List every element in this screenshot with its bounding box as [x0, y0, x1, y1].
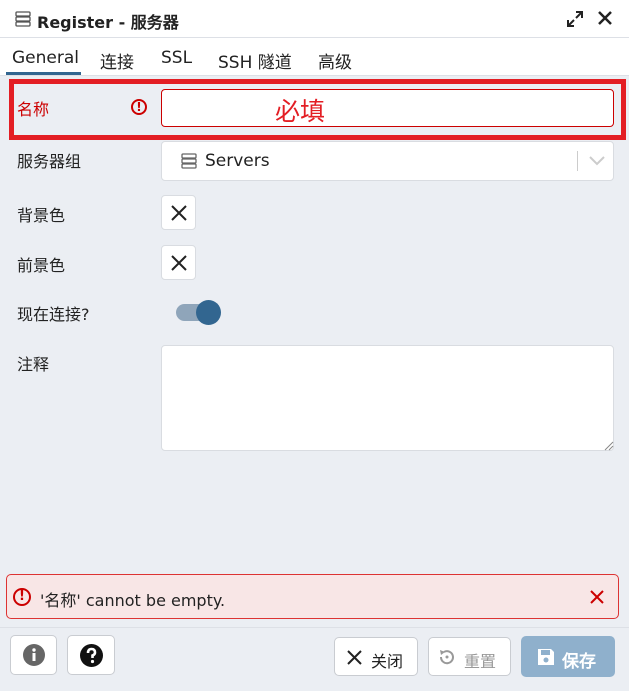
required-annotation: 必填 [275, 97, 326, 126]
server-group-label: 服务器组 [17, 152, 82, 171]
dialog-title: Register - 服务器 [37, 13, 179, 32]
info-button[interactable] [10, 635, 57, 675]
toggle-knob[interactable] [196, 300, 221, 325]
expand-icon[interactable] [566, 10, 584, 28]
close-button-label: 关闭 [371, 652, 404, 671]
tab-ssh-tunnel[interactable]: SSH 隧道 [218, 48, 292, 73]
server-icon [15, 11, 31, 27]
tab-advanced[interactable]: 高级 [318, 48, 352, 73]
tab-connection[interactable]: 连接 [100, 48, 134, 73]
server-group-icon [181, 153, 197, 169]
close-icon [171, 205, 187, 221]
save-button[interactable]: 保存 [521, 636, 615, 677]
close-button[interactable]: 关闭 [334, 637, 418, 676]
reset-button[interactable]: 重置 [428, 637, 511, 676]
reset-button-label: 重置 [464, 652, 497, 671]
select-separator [577, 151, 578, 171]
tab-general[interactable]: General [12, 48, 79, 68]
info-icon [23, 644, 45, 666]
error-icon: ! [13, 588, 31, 606]
help-icon [80, 644, 103, 667]
background-color-picker[interactable] [161, 195, 196, 230]
comment-textarea[interactable] [161, 345, 614, 451]
error-message-text: '名称' cannot be empty. [40, 591, 226, 610]
chevron-down-icon[interactable] [588, 153, 606, 169]
tab-bar: General 连接 SSL SSH 隧道 高级 [0, 38, 629, 76]
connect-now-label: 现在连接? [17, 305, 90, 324]
close-icon [347, 650, 362, 665]
server-group-value: Servers [205, 151, 270, 171]
reset-icon [439, 650, 454, 665]
active-tab-indicator [6, 72, 81, 75]
background-color-label: 背景色 [17, 206, 66, 225]
save-button-label: 保存 [562, 652, 596, 672]
resize-handle-icon[interactable] [602, 439, 614, 451]
help-button[interactable] [67, 635, 115, 675]
close-icon[interactable] [597, 10, 613, 26]
save-icon [538, 649, 554, 665]
comment-label: 注释 [17, 355, 50, 374]
close-icon[interactable] [589, 589, 605, 605]
close-icon [171, 255, 187, 271]
foreground-color-label: 前景色 [17, 256, 66, 275]
tab-ssl[interactable]: SSL [161, 48, 192, 68]
dialog-titlebar: Register - 服务器 [0, 0, 629, 38]
foreground-color-picker[interactable] [161, 245, 196, 280]
